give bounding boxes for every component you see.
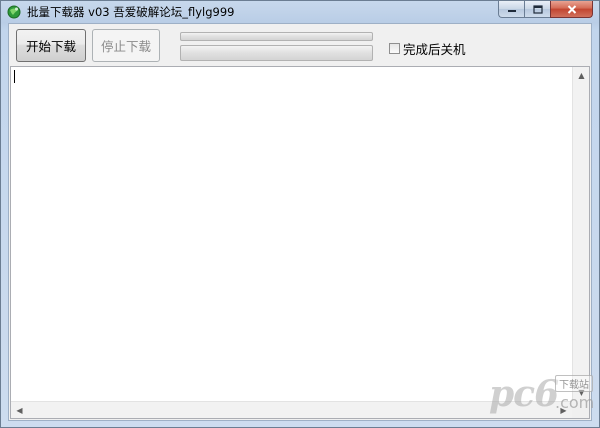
maximize-icon (532, 4, 543, 14)
watermark-badge: 下载站 (555, 375, 593, 392)
minimize-icon (507, 10, 516, 12)
maximize-button[interactable] (524, 1, 550, 18)
text-caret (14, 70, 15, 83)
progress-bar-bottom (180, 45, 373, 61)
close-button[interactable] (550, 1, 593, 18)
minimize-button[interactable] (498, 1, 524, 18)
horizontal-scrollbar[interactable]: ◀ ▶ (11, 401, 572, 418)
client-area: 开始下载 停止下载 完成后关机 ▲ ▼ ◀ ▶ (8, 23, 592, 421)
shutdown-label: 完成后关机 (403, 42, 466, 57)
stop-download-button: 停止下载 (92, 29, 160, 62)
scroll-up-icon[interactable]: ▲ (573, 67, 590, 84)
watermark-domain: .com (555, 393, 595, 412)
log-textarea[interactable]: ▲ ▼ ◀ ▶ (10, 66, 590, 419)
watermark-logo: pc6 (489, 373, 559, 415)
progress-bar-top (180, 32, 373, 41)
watermark: pc6 下载站 .com (489, 371, 595, 421)
title-bar[interactable]: 批量下载器 v03 吾爱破解论坛_flylg999 (1, 1, 599, 23)
scroll-left-icon[interactable]: ◀ (11, 402, 28, 419)
app-window: 批量下载器 v03 吾爱破解论坛_flylg999 开始下载 停止下载 完成后关… (0, 0, 600, 428)
shutdown-checkbox[interactable] (389, 43, 400, 54)
close-icon (567, 4, 576, 14)
caption-buttons (498, 1, 593, 19)
shutdown-option[interactable]: 完成后关机 (389, 39, 466, 58)
vertical-scrollbar[interactable]: ▲ ▼ (572, 67, 589, 401)
green-globe-icon (7, 5, 21, 19)
start-download-button[interactable]: 开始下载 (16, 29, 86, 62)
window-title: 批量下载器 v03 吾爱破解论坛_flylg999 (27, 5, 235, 19)
